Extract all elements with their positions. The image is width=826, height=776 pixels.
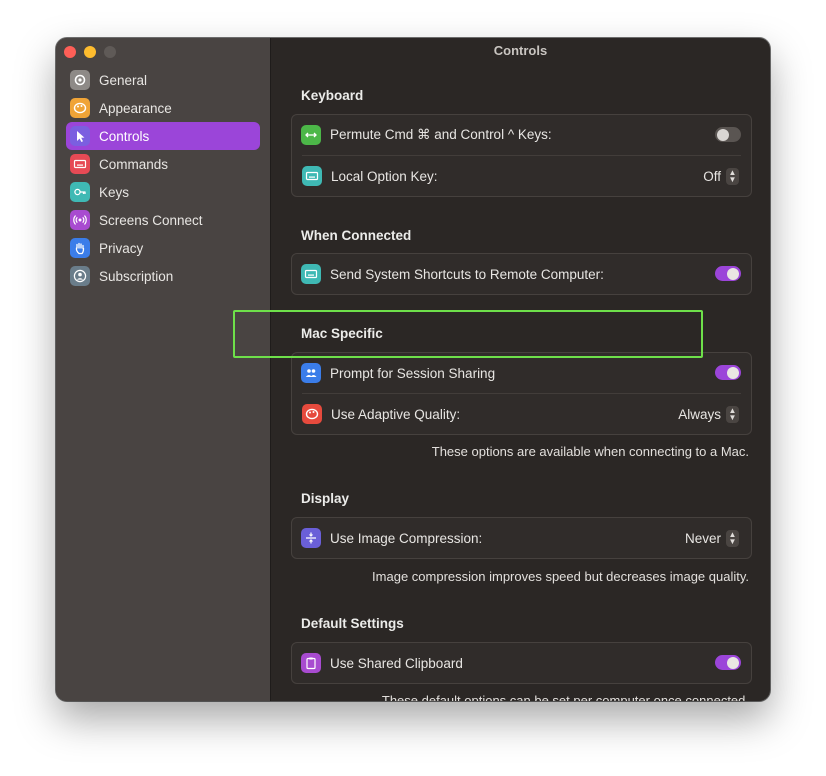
section-title-default-settings: Default Settings (301, 616, 404, 631)
section-title-mac-specific: Mac Specific (301, 326, 383, 341)
shared-clipboard-row: Use Shared Clipboard (292, 643, 751, 683)
sidebar-item-label: Subscription (99, 268, 174, 284)
display-card: Use Image Compression: Never ▲ ▼ (291, 517, 752, 559)
session-sharing-label: Prompt for Session Sharing (330, 365, 496, 381)
permute-keys-row: Permute Cmd ⌘ and Control ^ Keys: (292, 115, 751, 155)
local-option-key-value: Off (703, 168, 721, 184)
window-title: Controls (493, 43, 548, 58)
chevron-updown-icon: ▲ ▼ (726, 405, 739, 423)
local-option-key-select[interactable]: Off ▲ ▼ (703, 156, 739, 196)
sidebar-item-controls[interactable]: Controls (66, 122, 260, 150)
image-compression-select[interactable]: Never ▲ ▼ (685, 518, 739, 558)
permute-keys-toggle[interactable] (715, 127, 741, 142)
shared-clipboard-label: Use Shared Clipboard (330, 655, 463, 671)
sidebar-nav: General Appearance Controls Commands Key… (66, 66, 260, 290)
permute-keys-label: Permute Cmd ⌘ and Control ^ Keys: (330, 127, 552, 142)
keyboard-card: Permute Cmd ⌘ and Control ^ Keys: Local … (291, 114, 752, 197)
session-sharing-row: Prompt for Session Sharing (292, 353, 751, 393)
mac-specific-note: These options are available when connect… (431, 444, 749, 459)
zoom-button[interactable] (104, 46, 116, 58)
people-icon (301, 363, 321, 383)
sidebar-item-keys[interactable]: Keys (66, 178, 260, 206)
settings-window: General Appearance Controls Commands Key… (56, 38, 770, 701)
section-title-keyboard: Keyboard (301, 88, 364, 103)
system-shortcuts-toggle[interactable] (715, 266, 741, 281)
display-note: Image compression improves speed but dec… (372, 569, 749, 584)
adaptive-quality-label: Use Adaptive Quality: (331, 406, 461, 422)
sidebar-item-label: Appearance (99, 100, 172, 116)
sidebar-item-general[interactable]: General (66, 66, 260, 94)
cursor-icon (70, 126, 90, 146)
adaptive-quality-row: Use Adaptive Quality: Always ▲ ▼ (302, 393, 741, 434)
sidebar-item-label: Controls (99, 128, 150, 144)
keyboard-icon (301, 264, 321, 284)
sidebar-item-label: Commands (99, 156, 169, 172)
sidebar-item-commands[interactable]: Commands (66, 150, 260, 178)
image-compression-label: Use Image Compression: (330, 530, 483, 546)
local-option-key-label: Local Option Key: (331, 168, 438, 184)
toggle-knob (717, 128, 729, 141)
sidebar-item-label: Keys (99, 184, 130, 200)
window-controls (64, 46, 116, 58)
system-shortcuts-row: Send System Shortcuts to Remote Computer… (292, 254, 751, 294)
sidebar-item-subscription[interactable]: Subscription (66, 262, 260, 290)
gear-icon (70, 70, 90, 90)
system-shortcuts-label: Send System Shortcuts to Remote Computer… (330, 266, 604, 282)
when-connected-card: Send System Shortcuts to Remote Computer… (291, 253, 752, 295)
swap-arrows-icon (301, 125, 321, 145)
settings-content: Controls Keyboard Permute Cmd ⌘ and Cont… (271, 38, 770, 701)
keyboard-icon (70, 154, 90, 174)
toggle-knob (727, 656, 739, 669)
adaptive-quality-select[interactable]: Always ▲ ▼ (678, 394, 739, 434)
broadcast-icon (70, 210, 90, 230)
shared-clipboard-toggle[interactable] (715, 655, 741, 670)
sidebar-item-appearance[interactable]: Appearance (66, 94, 260, 122)
chevron-updown-icon: ▲ ▼ (726, 529, 739, 547)
image-compression-row: Use Image Compression: Never ▲ ▼ (292, 518, 751, 558)
sidebar-item-screens-connect[interactable]: Screens Connect (66, 206, 260, 234)
sidebar-item-label: Privacy (99, 240, 144, 256)
compress-icon (301, 528, 321, 548)
session-sharing-toggle[interactable] (715, 365, 741, 380)
person-icon (70, 266, 90, 286)
local-option-key-row: Local Option Key: Off ▲ ▼ (302, 155, 741, 196)
section-title-when-connected: When Connected (301, 228, 412, 243)
default-settings-note: These default options can be set per com… (381, 693, 749, 701)
section-title-display: Display (301, 491, 350, 506)
clipboard-icon (301, 653, 321, 673)
close-button[interactable] (64, 46, 76, 58)
hand-icon (70, 238, 90, 258)
mac-specific-card: Prompt for Session Sharing Use Adaptive … (291, 352, 752, 435)
palette-icon (302, 404, 322, 424)
toggle-knob (727, 267, 739, 280)
keyboard-icon (302, 166, 322, 186)
image-compression-value: Never (684, 530, 721, 546)
adaptive-quality-value: Always (678, 406, 721, 422)
default-settings-card: Use Shared Clipboard (291, 642, 752, 684)
chevron-updown-icon: ▲ ▼ (726, 167, 739, 185)
palette-icon (70, 98, 90, 118)
minimize-button[interactable] (84, 46, 96, 58)
toggle-knob (727, 366, 739, 379)
sidebar-item-privacy[interactable]: Privacy (66, 234, 260, 262)
key-icon (70, 182, 90, 202)
sidebar-item-label: General (99, 72, 148, 88)
sidebar-item-label: Screens Connect (99, 212, 203, 228)
sidebar: General Appearance Controls Commands Key… (56, 38, 271, 701)
